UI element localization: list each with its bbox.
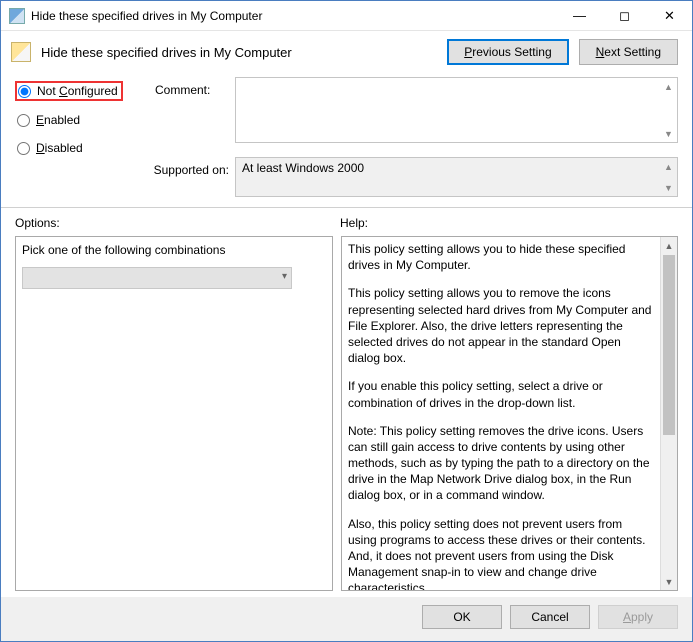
- chevron-down-icon: ▾: [282, 271, 287, 282]
- comment-label: Comment:: [155, 77, 235, 97]
- radio-input[interactable]: [17, 142, 30, 155]
- footer: OK Cancel Apply: [1, 597, 692, 641]
- supported-label: Supported on:: [15, 157, 235, 177]
- radio-label: Not Configured: [37, 84, 118, 98]
- header-title: Hide these specified drives in My Comput…: [41, 45, 437, 60]
- titlebar: Hide these specified drives in My Comput…: [1, 1, 692, 31]
- radio-group: Not Configured Enabled Disabled: [15, 77, 155, 157]
- label-rest: revious Setting: [472, 45, 551, 59]
- scroll-thumb[interactable]: [663, 255, 675, 435]
- divider: [1, 207, 692, 208]
- scroll-up-icon: ▲: [661, 159, 676, 174]
- maximize-button[interactable]: ◻: [602, 1, 647, 30]
- label-rest: ext Setting: [604, 45, 661, 59]
- ok-button[interactable]: OK: [422, 605, 502, 629]
- config-block: Not Configured Enabled Disabled Comment:…: [1, 73, 692, 157]
- options-label: Options:: [15, 216, 340, 230]
- header-row: Hide these specified drives in My Comput…: [1, 31, 692, 73]
- options-pane: Pick one of the following combinations ▾: [15, 236, 333, 591]
- help-pane: This policy setting allows you to hide t…: [341, 236, 678, 591]
- supported-row: Supported on: At least Windows 2000 ▲ ▼: [1, 157, 692, 207]
- supported-text: At least Windows 2000: [242, 161, 364, 175]
- mnemonic: N: [596, 45, 605, 59]
- radio-input[interactable]: [17, 114, 30, 127]
- help-paragraph: This policy setting allows you to hide t…: [348, 241, 654, 273]
- apply-button[interactable]: Apply: [598, 605, 678, 629]
- radio-enabled[interactable]: Enabled: [15, 111, 84, 129]
- scroll-up-icon[interactable]: ▲: [661, 237, 677, 254]
- help-paragraph: If you enable this policy setting, selec…: [348, 378, 654, 410]
- next-setting-button[interactable]: Next Setting: [579, 39, 678, 65]
- radio-input[interactable]: [18, 85, 31, 98]
- help-text: This policy setting allows you to hide t…: [342, 237, 660, 590]
- radio-disabled[interactable]: Disabled: [15, 139, 87, 157]
- radio-label: Disabled: [36, 141, 83, 155]
- supported-text-box: At least Windows 2000 ▲ ▼: [235, 157, 678, 197]
- cancel-button[interactable]: Cancel: [510, 605, 590, 629]
- lower-labels: Options: Help:: [1, 212, 692, 232]
- scroll-down-icon: ▼: [661, 126, 676, 141]
- combo-label: Pick one of the following combinations: [22, 243, 326, 257]
- help-paragraph: This policy setting allows you to remove…: [348, 285, 654, 366]
- comment-textarea[interactable]: ▲ ▼: [235, 77, 678, 143]
- help-paragraph: Also, this policy setting does not preve…: [348, 516, 654, 590]
- previous-setting-button[interactable]: Previous Setting: [447, 39, 568, 65]
- radio-not-configured[interactable]: Not Configured: [15, 81, 123, 101]
- panes: Pick one of the following combinations ▾…: [1, 232, 692, 597]
- help-scrollbar[interactable]: ▲ ▼: [660, 237, 677, 590]
- scroll-up-icon: ▲: [661, 79, 676, 94]
- radio-label: Enabled: [36, 113, 80, 127]
- close-button[interactable]: ✕: [647, 1, 692, 30]
- app-icon: [9, 8, 25, 24]
- policy-editor-window: Hide these specified drives in My Comput…: [0, 0, 693, 642]
- help-label: Help:: [340, 216, 678, 230]
- minimize-button[interactable]: ―: [557, 1, 602, 30]
- scroll-down-icon: ▼: [661, 180, 676, 195]
- window-title: Hide these specified drives in My Comput…: [31, 9, 557, 23]
- drives-combobox[interactable]: ▾: [22, 267, 292, 289]
- help-paragraph: Note: This policy setting removes the dr…: [348, 423, 654, 504]
- scroll-down-icon[interactable]: ▼: [661, 573, 677, 590]
- policy-icon: [11, 42, 31, 62]
